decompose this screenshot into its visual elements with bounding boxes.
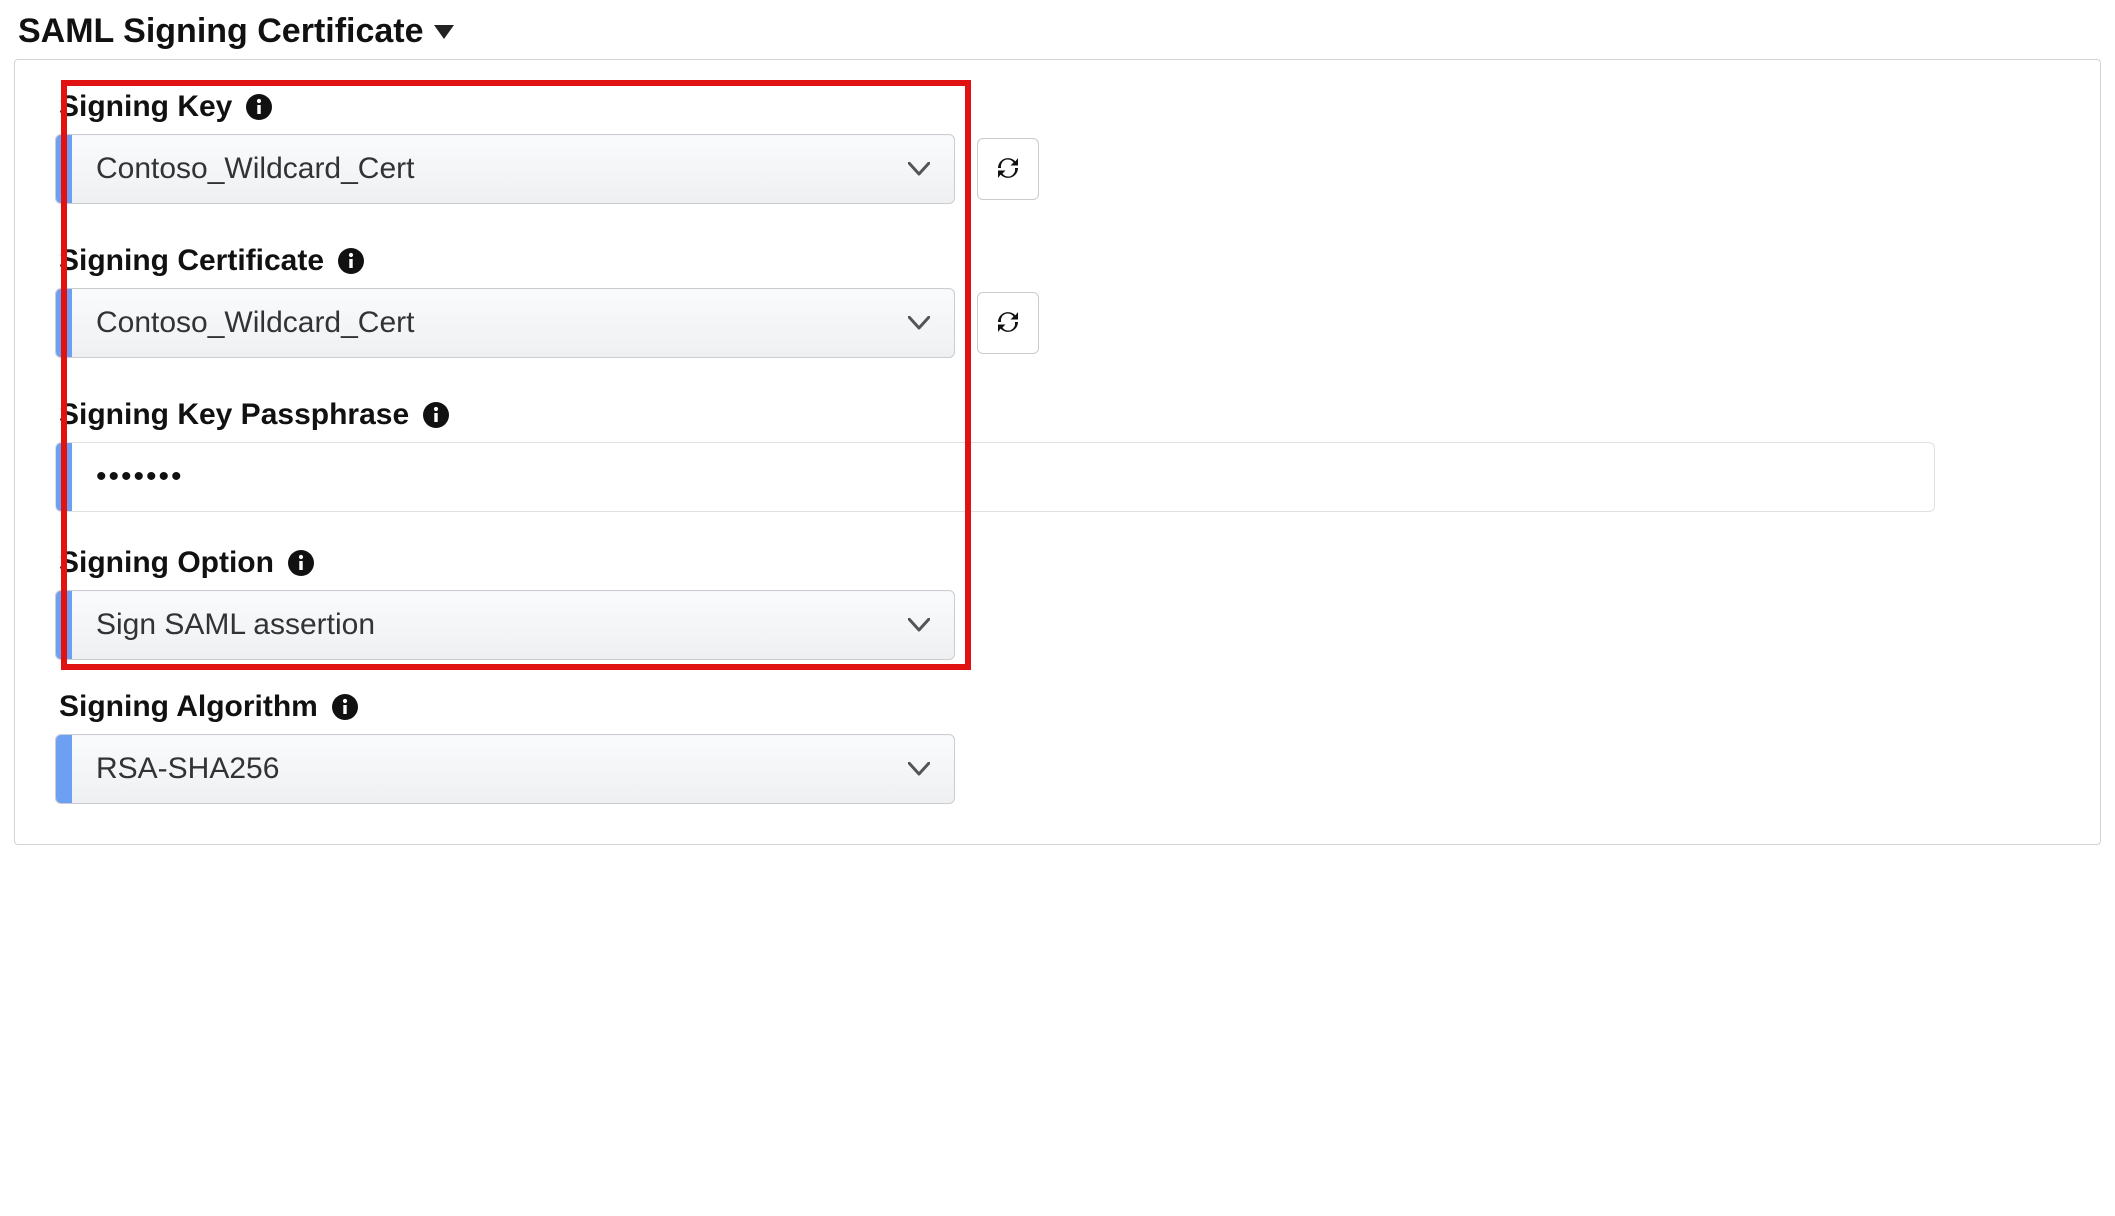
saml-signing-certificate-panel: Signing Key Contoso_Wildcard_Cert	[14, 59, 2101, 845]
signing-key-passphrase-label: Signing Key Passphrase	[59, 398, 409, 432]
field-signing-key: Signing Key Contoso_Wildcard_Cert	[55, 90, 2060, 204]
chevron-down-icon	[908, 618, 954, 632]
signing-algorithm-value: RSA-SHA256	[72, 752, 908, 786]
active-indicator	[56, 591, 72, 659]
signing-certificate-value: Contoso_Wildcard_Cert	[72, 306, 908, 340]
field-signing-option: Signing Option Sign SAML assertion	[55, 546, 2060, 660]
refresh-icon	[993, 307, 1023, 340]
section-header[interactable]: SAML Signing Certificate	[14, 12, 2101, 51]
signing-option-dropdown[interactable]: Sign SAML assertion	[55, 590, 955, 660]
active-indicator	[56, 735, 72, 803]
signing-algorithm-dropdown[interactable]: RSA-SHA256	[55, 734, 955, 804]
chevron-down-icon	[908, 316, 954, 330]
signing-key-dropdown[interactable]: Contoso_Wildcard_Cert	[55, 134, 955, 204]
signing-certificate-label: Signing Certificate	[59, 244, 324, 278]
info-icon[interactable]	[288, 550, 314, 576]
signing-certificate-dropdown[interactable]: Contoso_Wildcard_Cert	[55, 288, 955, 358]
chevron-down-icon	[908, 762, 954, 776]
signing-certificate-refresh-button[interactable]	[977, 292, 1039, 354]
info-icon[interactable]	[338, 248, 364, 274]
info-icon[interactable]	[246, 94, 272, 120]
signing-key-refresh-button[interactable]	[977, 138, 1039, 200]
info-icon[interactable]	[423, 402, 449, 428]
caret-down-icon	[434, 25, 454, 39]
signing-option-label: Signing Option	[59, 546, 274, 580]
signing-option-value: Sign SAML assertion	[72, 608, 908, 642]
signing-key-passphrase-input[interactable]	[72, 443, 1934, 511]
chevron-down-icon	[908, 162, 954, 176]
signing-key-label: Signing Key	[59, 90, 232, 124]
active-indicator	[56, 443, 72, 511]
section-title: SAML Signing Certificate	[18, 12, 424, 51]
refresh-icon	[993, 153, 1023, 186]
field-signing-algorithm: Signing Algorithm RSA-SHA256	[55, 690, 2060, 804]
active-indicator	[56, 135, 72, 203]
signing-key-value: Contoso_Wildcard_Cert	[72, 152, 908, 186]
field-signing-certificate: Signing Certificate Contoso_Wildcard_Cer…	[55, 244, 2060, 358]
info-icon[interactable]	[332, 694, 358, 720]
signing-algorithm-label: Signing Algorithm	[59, 690, 318, 724]
signing-key-passphrase-input-wrap	[55, 442, 1935, 512]
field-signing-key-passphrase: Signing Key Passphrase	[55, 398, 2060, 512]
active-indicator	[56, 289, 72, 357]
